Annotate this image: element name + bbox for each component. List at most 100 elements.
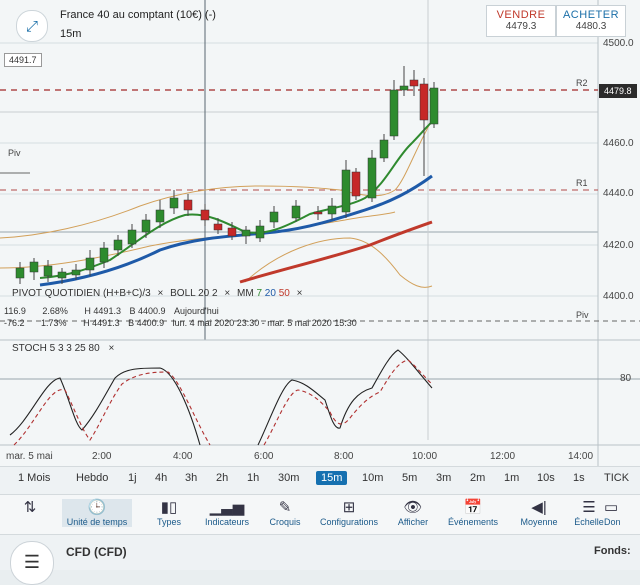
tool-label: Croquis	[269, 517, 301, 527]
close-icon[interactable]: ×	[224, 288, 230, 299]
tool-label: Moyenne	[520, 517, 558, 527]
price-tick: 4440.0	[603, 188, 634, 199]
candle-body	[341, 169, 351, 213]
time-tick: 2:00	[92, 451, 112, 462]
chart-area[interactable]: ⤢ France 40 au comptant (10€) (-) 15m VE…	[0, 0, 640, 466]
tool-data[interactable]: ▭ Don	[604, 499, 640, 527]
candle-body	[419, 83, 429, 121]
row1-low: B 4400.9	[129, 306, 166, 316]
candle-body	[313, 211, 323, 215]
tools-bar: ⇅ 🕒 Unité de temps ▮▯ Types ▁▃▅ Indicateurs…	[0, 494, 640, 535]
row2-value: -76.2	[4, 318, 25, 328]
sell-button[interactable]: VENDRE 4479.3	[486, 5, 556, 37]
menu-icon[interactable]: ☰	[10, 541, 54, 585]
stoch-label: STOCH 5 3 3 25 80	[12, 343, 100, 354]
buy-button[interactable]: ACHETER 4480.3	[556, 5, 626, 37]
tool-label: Échelle	[574, 517, 604, 527]
close-icon[interactable]: ×	[297, 288, 303, 299]
tf-10m[interactable]: 10m	[362, 472, 383, 484]
candle-body	[85, 257, 95, 271]
close-icon[interactable]: ×	[158, 288, 164, 299]
candle-body	[43, 265, 53, 277]
tool-sketch[interactable]: ✎ Croquis	[250, 499, 320, 527]
tool-label: Don	[604, 517, 621, 527]
price-tick: 4420.0	[603, 240, 634, 251]
candle-body	[241, 229, 251, 237]
high-flag: 4491.7	[4, 53, 42, 67]
tf-3h[interactable]: 3h	[185, 472, 197, 484]
candle-body	[141, 219, 151, 233]
pencil-icon: ✎	[278, 499, 292, 516]
row2-low: B 4400.9	[128, 318, 165, 328]
tf-1m[interactable]: 1m	[504, 472, 519, 484]
candle-body	[57, 271, 67, 279]
time-tick: 4:00	[173, 451, 193, 462]
candle-body	[113, 239, 123, 251]
candle-body	[351, 171, 361, 197]
pivot-indicator[interactable]: PIVOT QUOTIDIEN (H+B+C)/3	[12, 288, 151, 299]
candle-body	[429, 87, 439, 125]
tf-tick[interactable]: TICK	[604, 472, 629, 484]
timeframe-label: 15m	[60, 28, 82, 40]
layout-icon: ⊞	[342, 499, 356, 516]
close-icon[interactable]: ×	[108, 343, 114, 354]
candle-body	[127, 229, 137, 245]
price-tick: 4460.0	[603, 138, 634, 149]
indicator-row-1: 116.9 2.68% H 4491.3 B 4400.9 Aujourd'hu…	[4, 306, 219, 316]
tf-5m[interactable]: 5m	[402, 472, 417, 484]
funds-label: Fonds:	[594, 545, 631, 557]
tf-2m[interactable]: 2m	[470, 472, 485, 484]
pivot-label-right: Piv	[576, 310, 589, 320]
account-bar: ☰ CFD (CFD) Fonds:	[0, 534, 640, 585]
candle-body	[183, 199, 193, 211]
tf-10s[interactable]: 10s	[537, 472, 555, 484]
expand-icon[interactable]: ⤢	[16, 10, 48, 42]
r2-label: R2	[576, 78, 588, 88]
current-price-tag: 4479.8	[599, 84, 637, 98]
clock-icon: 🕒	[87, 499, 107, 516]
candle-body	[169, 197, 179, 209]
tf-weekly[interactable]: Hebdo	[76, 472, 108, 484]
candle-body	[227, 227, 237, 237]
tf-1s[interactable]: 1s	[573, 472, 585, 484]
tool-timeframe[interactable]: 🕒 Unité de temps	[62, 499, 132, 527]
tf-1-month[interactable]: 1 Mois	[18, 472, 50, 484]
tf-15m[interactable]: 15m	[316, 471, 348, 485]
mm7-value: 7	[256, 288, 263, 299]
row2-period: lun. 4 mai 2020 23:30 - mar. 5 mai 2020 …	[172, 318, 357, 328]
account-name[interactable]: CFD (CFD)	[66, 545, 127, 559]
row2-pct: 1.73%	[41, 318, 67, 328]
boll-indicator[interactable]: BOLL 20 2	[170, 288, 217, 299]
price-chart[interactable]	[0, 0, 640, 466]
candle-body	[389, 89, 399, 137]
tf-1h[interactable]: 1h	[247, 472, 259, 484]
row1-high: H 4491.3	[84, 306, 121, 316]
candle-body	[327, 205, 337, 215]
buy-price: 4480.3	[575, 21, 607, 32]
stoch-legend[interactable]: STOCH 5 3 3 25 80 ×	[12, 343, 114, 354]
sort-button[interactable]: ⇅	[0, 499, 60, 517]
tf-30m[interactable]: 30m	[278, 472, 299, 484]
candle-body	[409, 79, 419, 87]
row1-period: Aujourd'hui	[174, 306, 219, 316]
buy-label: ACHETER	[562, 9, 620, 21]
tf-1d[interactable]: 1j	[128, 472, 137, 484]
tool-events[interactable]: 📅 Événements	[438, 499, 508, 527]
tf-3m[interactable]: 3m	[436, 472, 451, 484]
mm-indicator[interactable]: MM 7 20 50	[237, 288, 290, 299]
timeframe-bar: 1 Mois Hebdo 1j 4h 3h 2h 1h 30m 15m 10m …	[0, 466, 640, 495]
indicator-legend: PIVOT QUOTIDIEN (H+B+C)/3 × BOLL 20 2 × …	[12, 288, 302, 299]
time-tick: 14:00	[568, 451, 594, 462]
tf-2h[interactable]: 2h	[216, 472, 228, 484]
mm50-value: 50	[278, 288, 290, 299]
candle-body	[29, 261, 39, 273]
tool-label: Unité de temps	[66, 517, 128, 527]
instrument-title[interactable]: France 40 au comptant (10€) (-)	[60, 9, 216, 21]
tool-configurations[interactable]: ⊞ Configurations	[314, 499, 384, 527]
data-icon: ▭	[604, 499, 619, 516]
sell-price: 4479.3	[505, 21, 537, 32]
tool-label: Configurations	[319, 517, 379, 527]
row2-high: H 4491.3	[83, 318, 120, 328]
tf-4h[interactable]: 4h	[155, 472, 167, 484]
price-tick: 4400.0	[603, 291, 634, 302]
